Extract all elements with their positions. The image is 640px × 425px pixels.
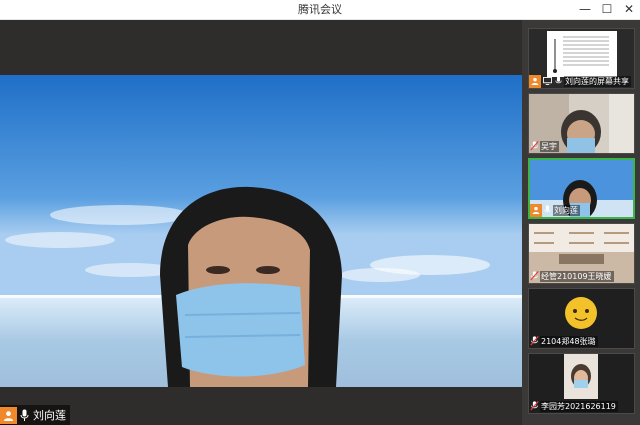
- main-speaker-label: 刘向莲: [0, 405, 70, 425]
- mic-muted-icon: [529, 335, 540, 348]
- close-button[interactable]: ✕: [618, 0, 640, 19]
- participant-tile[interactable]: 经管210109王晓媛: [528, 223, 635, 284]
- mic-icon: [553, 75, 564, 88]
- maximize-button[interactable]: ☐: [596, 0, 618, 19]
- mic-muted-icon: [529, 270, 540, 283]
- speaker-video-frame: [0, 75, 522, 387]
- participant-tile[interactable]: 吴宇: [528, 93, 635, 154]
- host-icon: [529, 74, 541, 88]
- host-icon: [0, 406, 17, 424]
- participant-name: 2104郑48张璐: [540, 335, 598, 347]
- tile-label: 刘向莲的屏幕共享: [529, 74, 631, 88]
- mic-icon: [17, 407, 31, 424]
- window-title: 腾讯会议: [298, 3, 342, 16]
- participant-tile[interactable]: 李园芳2021626119: [528, 353, 635, 414]
- participant-name: 刘向莲的屏幕共享: [564, 75, 631, 87]
- tile-label: 经管210109王晓媛: [529, 269, 614, 283]
- participant-name: 李园芳2021626119: [540, 400, 618, 412]
- participant-tile[interactable]: 2104郑48张璐: [528, 288, 635, 349]
- title-bar: 腾讯会议 — ☐ ✕: [0, 0, 640, 20]
- screen-share-icon: [541, 75, 553, 88]
- mic-icon: [542, 204, 553, 217]
- meeting-window: 腾讯会议 — ☐ ✕ 刘向莲 刘向莲的屏幕共享 吴宇 刘向莲 经管210109王…: [0, 0, 640, 425]
- participant-tile-active[interactable]: 刘向莲: [528, 158, 635, 219]
- tile-label: 李园芳2021626119: [529, 399, 618, 413]
- minimize-button[interactable]: —: [574, 0, 596, 19]
- tile-label: 刘向莲: [530, 203, 580, 217]
- participant-sidebar: 刘向莲的屏幕共享 吴宇 刘向莲 经管210109王晓媛 2104郑48张璐 李园…: [522, 20, 640, 425]
- host-icon: [530, 203, 542, 217]
- main-speaker-name: 刘向莲: [33, 409, 66, 422]
- participant-name: 经管210109王晓媛: [540, 270, 614, 282]
- tile-label: 2104郑48张璐: [529, 334, 598, 348]
- participant-name: 吴宇: [540, 140, 559, 152]
- participant-name: 刘向莲: [553, 204, 580, 216]
- main-video-area[interactable]: [0, 20, 522, 425]
- main-speaker-video[interactable]: [0, 75, 522, 387]
- participant-tile[interactable]: 刘向莲的屏幕共享: [528, 28, 635, 89]
- mic-muted-icon: [529, 140, 540, 153]
- tile-label: 吴宇: [529, 139, 559, 153]
- mic-muted-icon: [529, 400, 540, 413]
